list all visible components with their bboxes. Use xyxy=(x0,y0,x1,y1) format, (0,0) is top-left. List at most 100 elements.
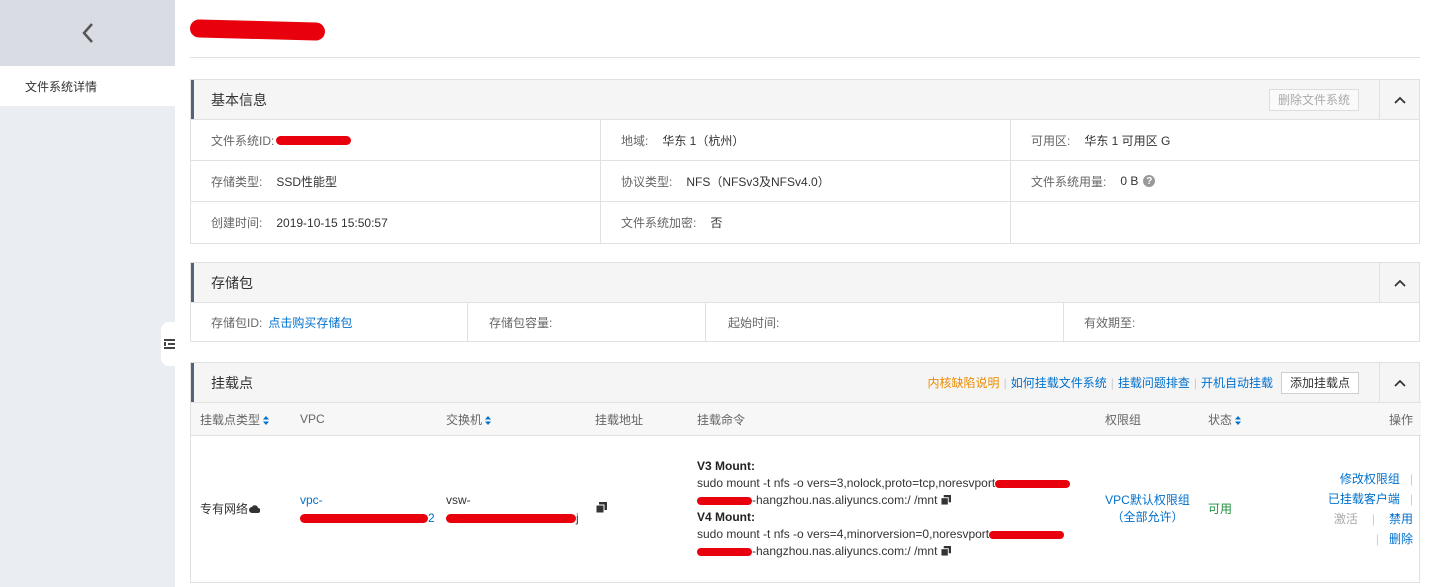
redacted-vpc-id xyxy=(300,514,428,524)
col-ops: 操作 xyxy=(1306,402,1421,436)
sort-icon xyxy=(485,415,492,425)
basic-info-panel: 基本信息 删除文件系统 文件系统ID: 地域: 华东 1（杭州） 可用区: 华东… xyxy=(190,79,1420,244)
redacted-fs-id xyxy=(276,135,352,145)
col-type[interactable]: 挂载点类型 xyxy=(191,402,291,436)
col-address: 挂载地址 xyxy=(586,402,688,436)
row-command: V3 Mount: sudo mount -t nfs -o vers=3,no… xyxy=(688,436,1096,582)
copy-icon[interactable] xyxy=(941,545,952,556)
package-start-cell: 起始时间: xyxy=(706,303,1064,341)
v3-command-line2: -hangzhou.nas.aliyuncs.com:/ /mnt xyxy=(752,492,938,507)
basic-info-collapse-button[interactable] xyxy=(1379,80,1419,119)
mount-table: 挂载点类型 VPC 交换机 挂载地址 挂载命令 权限组 状态 操作 专有网络 v… xyxy=(191,402,1421,582)
activate-link[interactable]: 激活 xyxy=(1334,512,1358,526)
redacted-title xyxy=(189,18,326,41)
encrypt-cell: 文件系统加密: 否 xyxy=(601,202,1011,243)
zone-label: 可用区: xyxy=(1031,133,1071,148)
created-cell: 创建时间: 2019-10-15 15:50:57 xyxy=(191,202,601,243)
package-capacity-cell: 存储包容量: xyxy=(468,303,706,341)
delete-link[interactable]: 删除 xyxy=(1389,532,1413,546)
vpc-link[interactable]: vpc- xyxy=(300,493,323,507)
modify-permission-link[interactable]: 修改权限组 xyxy=(1340,472,1400,486)
mount-title: 挂载点 xyxy=(211,374,253,391)
chevron-up-icon xyxy=(1393,379,1406,387)
sidebar-collapse-button[interactable] xyxy=(161,322,177,366)
usage-value: 0 B xyxy=(1120,174,1139,188)
vswitch-label: vsw- xyxy=(446,492,471,507)
col-status[interactable]: 状态 xyxy=(1199,402,1306,436)
mount-panel: 挂载点 内核缺陷说明 | 如何挂载文件系统 | 挂载问题排查 | 开机自动挂载 … xyxy=(190,362,1421,583)
region-label: 地域: xyxy=(621,133,649,148)
empty-cell xyxy=(1011,202,1419,243)
v4-title: V4 Mount: xyxy=(697,509,755,524)
package-capacity-label: 存储包容量: xyxy=(489,315,553,330)
kernel-bug-link[interactable]: 内核缺陷说明 xyxy=(928,374,1000,391)
v3-title: V3 Mount: xyxy=(697,458,755,473)
buy-package-link[interactable]: 点击购买存储包 xyxy=(268,314,352,331)
storage-type-value: SSD性能型 xyxy=(276,174,338,189)
row-address xyxy=(586,436,688,582)
region-cell: 地域: 华东 1（杭州） xyxy=(601,120,1011,161)
add-mount-point-button[interactable]: 添加挂载点 xyxy=(1280,371,1359,394)
sidebar-item-fs-details[interactable]: 文件系统详情 xyxy=(0,66,175,106)
fs-id-cell: 文件系统ID: xyxy=(191,120,601,161)
encrypt-value: 否 xyxy=(710,216,723,230)
mount-help-links: 内核缺陷说明 | 如何挂载文件系统 | 挂载问题排查 | 开机自动挂载 xyxy=(927,374,1273,391)
delete-fs-button[interactable]: 删除文件系统 xyxy=(1268,88,1359,111)
table-row: 专有网络 vpc- 2 vsw- j V3 Mount: sudo mount … xyxy=(191,436,1421,582)
how-to-mount-link[interactable]: 如何挂载文件系统 xyxy=(1011,374,1107,391)
package-start-label: 起始时间: xyxy=(728,315,780,330)
auto-mount-link[interactable]: 开机自动挂载 xyxy=(1201,374,1273,391)
copy-icon[interactable] xyxy=(941,494,952,505)
back-button[interactable] xyxy=(0,0,175,66)
page-title xyxy=(189,0,1420,58)
row-ops: 修改权限组 | 已挂载客户端 | 激活 | 禁用 | 删除 xyxy=(1327,471,1413,546)
v4-command-line1: sudo mount -t nfs -o vers=4,minorversion… xyxy=(697,526,990,541)
storage-type-label: 存储类型: xyxy=(211,174,263,189)
disable-link[interactable]: 禁用 xyxy=(1389,512,1413,526)
mounted-clients-link[interactable]: 已挂载客户端 xyxy=(1328,492,1400,506)
chevron-left-icon xyxy=(81,23,93,43)
protocol-value: NFS（NFSv3及NFSv4.0） xyxy=(686,174,830,189)
basic-info-title: 基本信息 xyxy=(211,91,267,108)
col-vswitch[interactable]: 交换机 xyxy=(437,402,586,436)
v4-command-line2: -hangzhou.nas.aliyuncs.com:/ /mnt xyxy=(752,543,938,558)
package-grid: 存储包ID: 点击购买存储包 存储包容量: 起始时间: 有效期至: xyxy=(191,302,1419,341)
sort-icon xyxy=(263,415,270,425)
created-value: 2019-10-15 15:50:57 xyxy=(276,215,388,230)
package-collapse-button[interactable] xyxy=(1379,263,1419,302)
col-vpc: VPC xyxy=(291,402,437,436)
package-expire-label: 有效期至: xyxy=(1084,315,1136,330)
cloud-icon xyxy=(249,505,261,514)
region-value: 华东 1（杭州） xyxy=(662,133,745,148)
row-type: 专有网络 xyxy=(191,436,291,582)
encrypt-label: 文件系统加密: xyxy=(621,216,697,230)
menu-collapse-icon xyxy=(163,339,175,349)
package-expire-cell: 有效期至: xyxy=(1064,303,1419,341)
package-title: 存储包 xyxy=(211,274,253,291)
row-status: 可用 xyxy=(1199,436,1306,582)
status-badge: 可用 xyxy=(1208,502,1233,517)
package-id-label: 存储包ID: xyxy=(211,315,263,330)
fs-id-label: 文件系统ID: xyxy=(211,133,275,148)
zone-value: 华东 1 可用区 G xyxy=(1084,133,1171,148)
troubleshoot-link[interactable]: 挂载问题排查 xyxy=(1118,374,1190,391)
protocol-cell: 协议类型: NFS（NFSv3及NFSv4.0） xyxy=(601,161,1011,202)
copy-icon[interactable] xyxy=(595,501,607,514)
sort-icon xyxy=(1235,415,1242,425)
basic-info-grid: 文件系统ID: 地域: 华东 1（杭州） 可用区: 华东 1 可用区 G 存储类… xyxy=(191,119,1419,243)
permission-group-link[interactable]: VPC默认权限组 xyxy=(1096,492,1199,509)
basic-info-header: 基本信息 删除文件系统 xyxy=(191,80,1419,119)
main-content: 基本信息 删除文件系统 文件系统ID: 地域: 华东 1（杭州） 可用区: 华东… xyxy=(189,0,1421,583)
package-header: 存储包 xyxy=(191,263,1419,302)
row-vswitch: vsw- j xyxy=(437,436,586,582)
storage-type-cell: 存储类型: SSD性能型 xyxy=(191,161,601,202)
mount-collapse-button[interactable] xyxy=(1379,363,1419,402)
package-panel: 存储包 存储包ID: 点击购买存储包 存储包容量: 起始时间: 有效期至: xyxy=(190,262,1420,342)
help-icon[interactable]: ? xyxy=(1143,175,1156,187)
col-command: 挂载命令 xyxy=(688,402,1096,436)
created-label: 创建时间: xyxy=(211,216,263,230)
usage-cell: 文件系统用量: 0 B ? xyxy=(1011,161,1419,202)
mount-header: 挂载点 内核缺陷说明 | 如何挂载文件系统 | 挂载问题排查 | 开机自动挂载 … xyxy=(191,363,1419,402)
row-permission: VPC默认权限组 （全部允许） xyxy=(1096,436,1199,582)
chevron-up-icon xyxy=(1393,279,1406,287)
